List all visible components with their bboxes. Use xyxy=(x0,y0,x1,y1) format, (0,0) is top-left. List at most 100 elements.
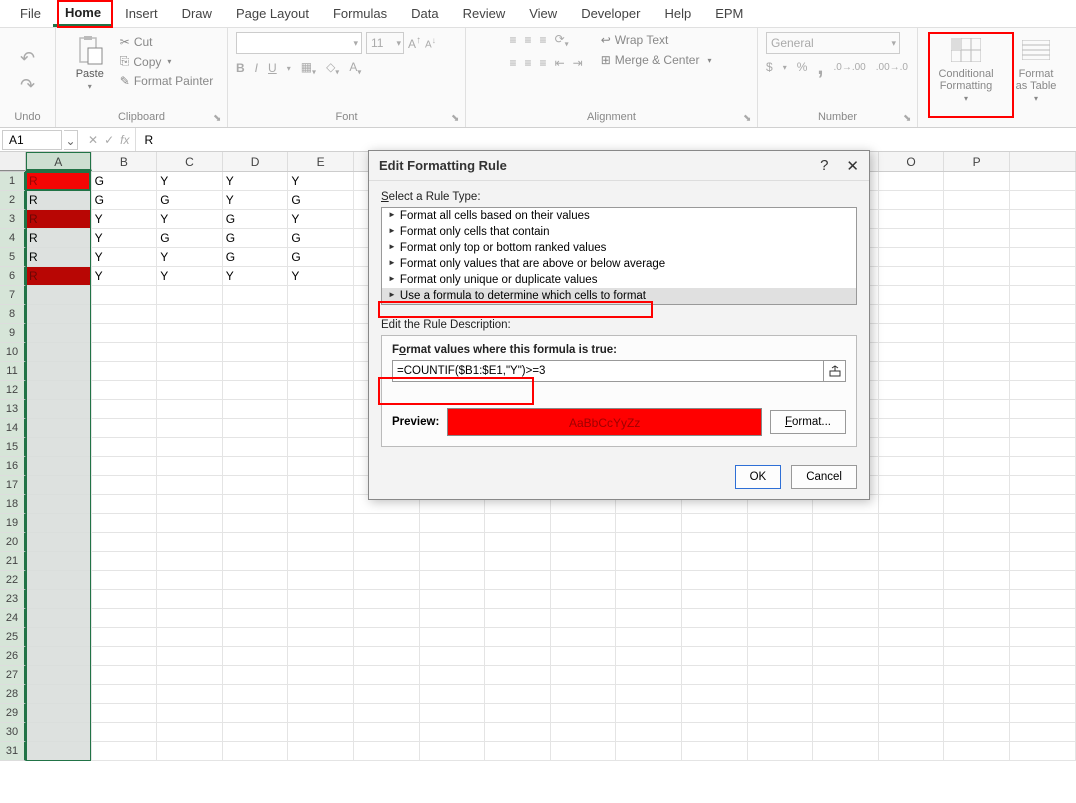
cell[interactable] xyxy=(157,704,223,723)
outdent-icon[interactable]: ⇤ xyxy=(555,56,565,70)
cell[interactable] xyxy=(813,742,879,761)
cell[interactable] xyxy=(485,609,551,628)
cell[interactable] xyxy=(748,647,814,666)
cell[interactable] xyxy=(420,704,486,723)
cell[interactable] xyxy=(1010,381,1076,400)
cell[interactable] xyxy=(879,438,945,457)
cell[interactable] xyxy=(682,647,748,666)
cell[interactable] xyxy=(682,666,748,685)
cell[interactable]: Y xyxy=(92,210,158,229)
bold-button[interactable]: B xyxy=(236,61,245,75)
cell[interactable]: Y xyxy=(288,172,354,191)
cell[interactable] xyxy=(616,723,682,742)
cell[interactable] xyxy=(879,704,945,723)
cell[interactable] xyxy=(288,514,354,533)
cell[interactable] xyxy=(682,571,748,590)
comma-icon[interactable]: , xyxy=(817,62,823,72)
row-header[interactable]: 24 xyxy=(0,609,26,628)
cell[interactable] xyxy=(944,191,1010,210)
cell[interactable] xyxy=(26,362,92,381)
cell[interactable] xyxy=(879,742,945,761)
cell[interactable] xyxy=(26,400,92,419)
row-header[interactable]: 16 xyxy=(0,457,26,476)
cell[interactable] xyxy=(26,305,92,324)
cell[interactable] xyxy=(1010,229,1076,248)
cell[interactable] xyxy=(26,742,92,761)
align-right-icon[interactable]: ≡ xyxy=(540,56,547,70)
cell[interactable] xyxy=(551,685,617,704)
cell[interactable] xyxy=(485,704,551,723)
cell[interactable] xyxy=(26,647,92,666)
cell[interactable] xyxy=(879,248,945,267)
cell[interactable] xyxy=(354,514,420,533)
cell[interactable] xyxy=(682,533,748,552)
cell[interactable] xyxy=(157,628,223,647)
cell[interactable] xyxy=(616,609,682,628)
undo-icon[interactable]: ↶ xyxy=(20,48,35,69)
cell[interactable]: R xyxy=(26,267,92,286)
cell[interactable] xyxy=(485,571,551,590)
cell[interactable] xyxy=(288,552,354,571)
cell[interactable] xyxy=(616,590,682,609)
cell[interactable] xyxy=(879,514,945,533)
cell[interactable] xyxy=(485,628,551,647)
cell[interactable] xyxy=(616,742,682,761)
dialog-titlebar[interactable]: Edit Formatting Rule ? ✕ xyxy=(369,151,869,181)
row-header[interactable]: 5 xyxy=(0,248,26,267)
cell[interactable]: G xyxy=(92,172,158,191)
cell[interactable] xyxy=(92,286,158,305)
cell[interactable] xyxy=(26,685,92,704)
cell[interactable]: G xyxy=(223,210,289,229)
cell[interactable] xyxy=(420,666,486,685)
cell[interactable] xyxy=(616,704,682,723)
cell[interactable] xyxy=(157,742,223,761)
cell[interactable] xyxy=(354,590,420,609)
cell[interactable] xyxy=(223,343,289,362)
name-box[interactable]: A1 xyxy=(2,130,62,150)
cell[interactable] xyxy=(748,742,814,761)
cell[interactable] xyxy=(288,476,354,495)
cell[interactable] xyxy=(420,609,486,628)
cell[interactable] xyxy=(26,533,92,552)
cell[interactable] xyxy=(944,457,1010,476)
cell[interactable] xyxy=(551,742,617,761)
cell[interactable] xyxy=(551,514,617,533)
cell[interactable]: G xyxy=(157,191,223,210)
cell[interactable] xyxy=(879,191,945,210)
cell[interactable] xyxy=(944,381,1010,400)
cell[interactable] xyxy=(288,305,354,324)
cell[interactable] xyxy=(879,381,945,400)
row-header[interactable]: 15 xyxy=(0,438,26,457)
cell[interactable] xyxy=(26,476,92,495)
cell[interactable]: G xyxy=(92,191,158,210)
cell[interactable] xyxy=(879,590,945,609)
cell[interactable] xyxy=(288,381,354,400)
cell[interactable] xyxy=(682,704,748,723)
cell[interactable] xyxy=(748,628,814,647)
cell[interactable] xyxy=(879,400,945,419)
cell[interactable] xyxy=(288,609,354,628)
row-header[interactable]: 6 xyxy=(0,267,26,286)
rule-type-item[interactable]: ►Format only unique or duplicate values xyxy=(382,272,856,288)
cell[interactable]: R xyxy=(26,229,92,248)
cell[interactable] xyxy=(879,305,945,324)
cell[interactable]: Y xyxy=(288,210,354,229)
tab-data[interactable]: Data xyxy=(399,2,450,25)
cell[interactable] xyxy=(288,324,354,343)
cell[interactable] xyxy=(420,514,486,533)
cell[interactable]: R xyxy=(26,210,92,229)
cell[interactable] xyxy=(92,305,158,324)
cell[interactable] xyxy=(157,457,223,476)
align-bottom-icon[interactable]: ≡ xyxy=(540,33,547,47)
cell[interactable] xyxy=(223,552,289,571)
cell[interactable] xyxy=(223,476,289,495)
font-name-select[interactable]: ▾ xyxy=(236,32,362,54)
cell[interactable] xyxy=(1010,590,1076,609)
cell[interactable]: R xyxy=(26,248,92,267)
cell[interactable] xyxy=(92,324,158,343)
row-header[interactable]: 29 xyxy=(0,704,26,723)
cell[interactable]: Y xyxy=(157,172,223,191)
cell[interactable] xyxy=(944,286,1010,305)
cell[interactable] xyxy=(92,438,158,457)
cell[interactable] xyxy=(879,286,945,305)
